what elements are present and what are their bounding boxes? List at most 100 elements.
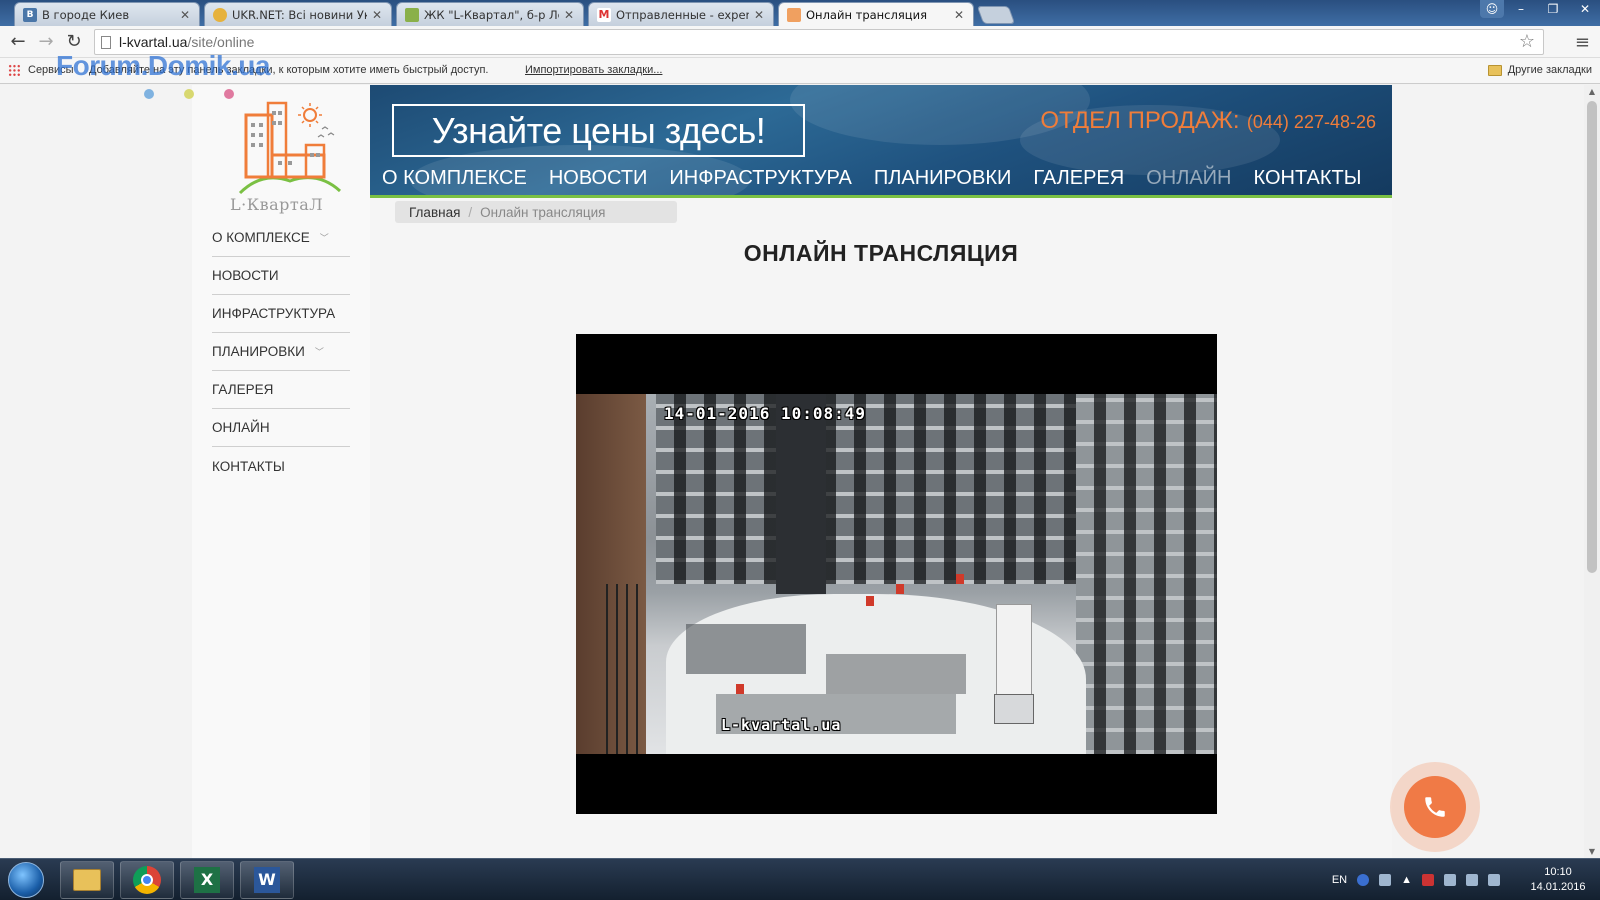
scroll-up-arrow-icon[interactable]: ▲ xyxy=(1584,87,1600,96)
close-tab-icon[interactable]: ✕ xyxy=(371,8,383,22)
signal-icon[interactable] xyxy=(1444,874,1456,886)
side-nav-label: О КОМПЛЕКСЕ xyxy=(212,230,310,245)
excel-icon[interactable]: X xyxy=(180,861,234,899)
top-nav-item-online[interactable]: ОНЛАЙН xyxy=(1146,167,1231,190)
browser-tab[interactable]: ЖК "L-Квартал", б-р Лепс ✕ xyxy=(396,2,584,26)
chevron-down-icon: ﹀ xyxy=(314,347,324,357)
phone-icon xyxy=(1404,776,1466,838)
tab-label: UKR.NET: Всі новини Укра xyxy=(232,7,367,22)
browser-tab[interactable]: UKR.NET: Всі новини Укра ✕ xyxy=(204,2,392,26)
side-nav-label: ГАЛЕРЕЯ xyxy=(212,382,274,397)
dot-blue xyxy=(144,89,154,99)
minimize-button[interactable]: – xyxy=(1506,0,1536,18)
help-icon[interactable] xyxy=(1357,874,1370,886)
close-tab-icon[interactable]: ✕ xyxy=(753,8,765,22)
chevron-down-icon: ﹀ xyxy=(319,233,329,243)
site-header: Узнайте цены здесь! ОТДЕЛ ПРОДАЖ: (044) … xyxy=(370,85,1392,198)
browser-tab[interactable]: B В городе Киев ✕ xyxy=(14,2,200,26)
top-nav-item-layouts[interactable]: ПЛАНИРОВКИ xyxy=(874,167,1011,190)
start-button[interactable] xyxy=(8,862,44,898)
close-window-button[interactable]: ✕ xyxy=(1570,0,1600,18)
folder-icon xyxy=(1487,64,1502,76)
chrome-icon[interactable] xyxy=(120,861,174,899)
side-nav-item-about[interactable]: О КОМПЛЕКСЕ ﹀ xyxy=(212,219,350,257)
top-nav-item-gallery[interactable]: ГАЛЕРЕЯ xyxy=(1033,167,1124,190)
page-icon xyxy=(101,35,111,49)
forward-button[interactable]: → xyxy=(34,30,58,54)
side-nav: О КОМПЛЕКСЕ ﹀ НОВОСТИ ИНФРАСТРУКТУРА ПЛА… xyxy=(212,219,350,485)
truck-cab xyxy=(994,694,1034,724)
other-bookmarks-label: Другие закладки xyxy=(1507,64,1592,76)
volume-muted-icon[interactable] xyxy=(1466,874,1478,886)
side-nav-label: НОВОСТИ xyxy=(212,268,279,283)
dot-yellow xyxy=(184,89,194,99)
side-nav-item-infrastructure[interactable]: ИНФРАСТРУКТУРА xyxy=(212,295,350,333)
side-nav-item-contacts[interactable]: КОНТАКТЫ xyxy=(212,447,350,485)
browser-tab[interactable]: M Отправленные - expert.or ✕ xyxy=(588,2,774,26)
promo-banner-button[interactable]: Узнайте цены здесь! xyxy=(392,104,805,157)
scrollbar-thumb[interactable] xyxy=(1587,101,1597,573)
logo-text: L·КвартаЛ xyxy=(230,195,324,214)
explorer-icon[interactable] xyxy=(60,861,114,899)
action-center-icon[interactable] xyxy=(1422,874,1434,886)
browser-tab-bar: B В городе Киев ✕ UKR.NET: Всі новини Ук… xyxy=(0,0,1600,26)
video-site-overlay: L-kvartal.ua xyxy=(721,716,842,734)
sales-phone[interactable]: (044) 227-48-26 xyxy=(1247,112,1376,132)
vk-icon: B xyxy=(23,7,37,22)
top-nav-item-news[interactable]: НОВОСТИ xyxy=(549,167,648,190)
camera-feed-image: 14-01-2016 10:08:49 L-kvartal.ua xyxy=(576,394,1217,754)
show-hidden-icons-icon[interactable]: ▲ xyxy=(1401,874,1412,886)
system-clock[interactable]: 10:10 14.01.2016 xyxy=(1526,865,1590,895)
word-icon[interactable]: W xyxy=(240,861,294,899)
address-bar[interactable]: l-kvartal.ua /site/online ☆ xyxy=(94,29,1544,55)
new-tab-button[interactable] xyxy=(976,6,1016,24)
close-tab-icon[interactable]: ✕ xyxy=(563,8,575,22)
color-dots xyxy=(144,89,234,99)
forum-icon xyxy=(405,7,419,22)
tab-label: В городе Киев xyxy=(42,7,130,22)
breadcrumb-separator: / xyxy=(468,204,473,220)
bookmark-star-icon[interactable]: ☆ xyxy=(1519,31,1535,52)
network-tray-icon[interactable] xyxy=(1379,874,1392,886)
apps-grid-icon[interactable] xyxy=(8,64,21,77)
gmail-icon: M xyxy=(597,7,611,22)
side-nav-item-layouts[interactable]: ПЛАНИРОВКИ ﹀ xyxy=(212,333,350,371)
tab-label: ЖК "L-Квартал", б-р Лепс xyxy=(424,7,559,22)
battery-icon[interactable] xyxy=(1488,874,1500,886)
sales-label: ОТДЕЛ ПРОДАЖ: xyxy=(1040,107,1240,134)
callback-button[interactable] xyxy=(1390,762,1480,852)
sales-contact: ОТДЕЛ ПРОДАЖ: (044) 227-48-26 xyxy=(1040,107,1376,135)
side-nav-label: КОНТАКТЫ xyxy=(212,458,285,474)
clock-time: 10:10 xyxy=(1544,866,1572,878)
top-nav-item-infrastructure[interactable]: ИНФРАСТРУКТУРА xyxy=(669,167,851,190)
ukrnet-icon xyxy=(213,7,227,22)
main-content: Главная / Онлайн трансляция ОНЛАЙН ТРАНС… xyxy=(370,198,1392,858)
top-nav-item-about[interactable]: О КОМПЛЕКСЕ xyxy=(382,167,527,190)
top-nav-item-contacts[interactable]: КОНТАКТЫ xyxy=(1254,167,1362,190)
side-nav-item-gallery[interactable]: ГАЛЕРЕЯ xyxy=(212,371,350,409)
language-indicator[interactable]: EN xyxy=(1332,874,1347,886)
breadcrumb-home-link[interactable]: Главная xyxy=(409,205,460,220)
side-nav-label: ОНЛАЙН xyxy=(212,420,270,435)
side-nav-item-news[interactable]: НОВОСТИ xyxy=(212,257,350,295)
page-scrollbar[interactable]: ▲ ▼ xyxy=(1584,85,1600,858)
tab-label: Отправленные - expert.or xyxy=(616,7,749,22)
side-nav-item-online[interactable]: ОНЛАЙН xyxy=(212,409,350,447)
back-button[interactable]: ← xyxy=(6,30,30,54)
other-bookmarks[interactable]: Другие закладки xyxy=(1487,64,1592,76)
user-profile-icon[interactable]: ☺ xyxy=(1480,0,1504,18)
top-nav: О КОМПЛЕКСЕ НОВОСТИ ИНФРАСТРУКТУРА ПЛАНИ… xyxy=(382,167,1361,190)
forum-watermark: Forum.Domik.ua xyxy=(56,50,270,81)
url-host: l-kvartal.ua xyxy=(119,34,188,50)
scroll-down-arrow-icon[interactable]: ▼ xyxy=(1584,847,1600,856)
page-viewport: L·КвартаЛ О КОМПЛЕКСЕ ﹀ НОВОСТИ ИНФРАСТР… xyxy=(0,85,1584,858)
browser-menu-icon[interactable]: ≡ xyxy=(1575,32,1590,53)
page-title: ОНЛАЙН ТРАНСЛЯЦИЯ xyxy=(743,240,1019,266)
browser-tab-active[interactable]: Онлайн трансляция ✕ xyxy=(778,2,974,26)
breadcrumb: Главная / Онлайн трансляция xyxy=(395,201,677,223)
close-tab-icon[interactable]: ✕ xyxy=(953,8,965,22)
maximize-button[interactable]: ❐ xyxy=(1538,0,1568,18)
import-bookmarks-link[interactable]: Импортировать закладки... xyxy=(525,64,662,76)
close-tab-icon[interactable]: ✕ xyxy=(179,8,191,22)
live-video-player[interactable]: 14-01-2016 10:08:49 L-kvartal.ua xyxy=(576,334,1217,814)
